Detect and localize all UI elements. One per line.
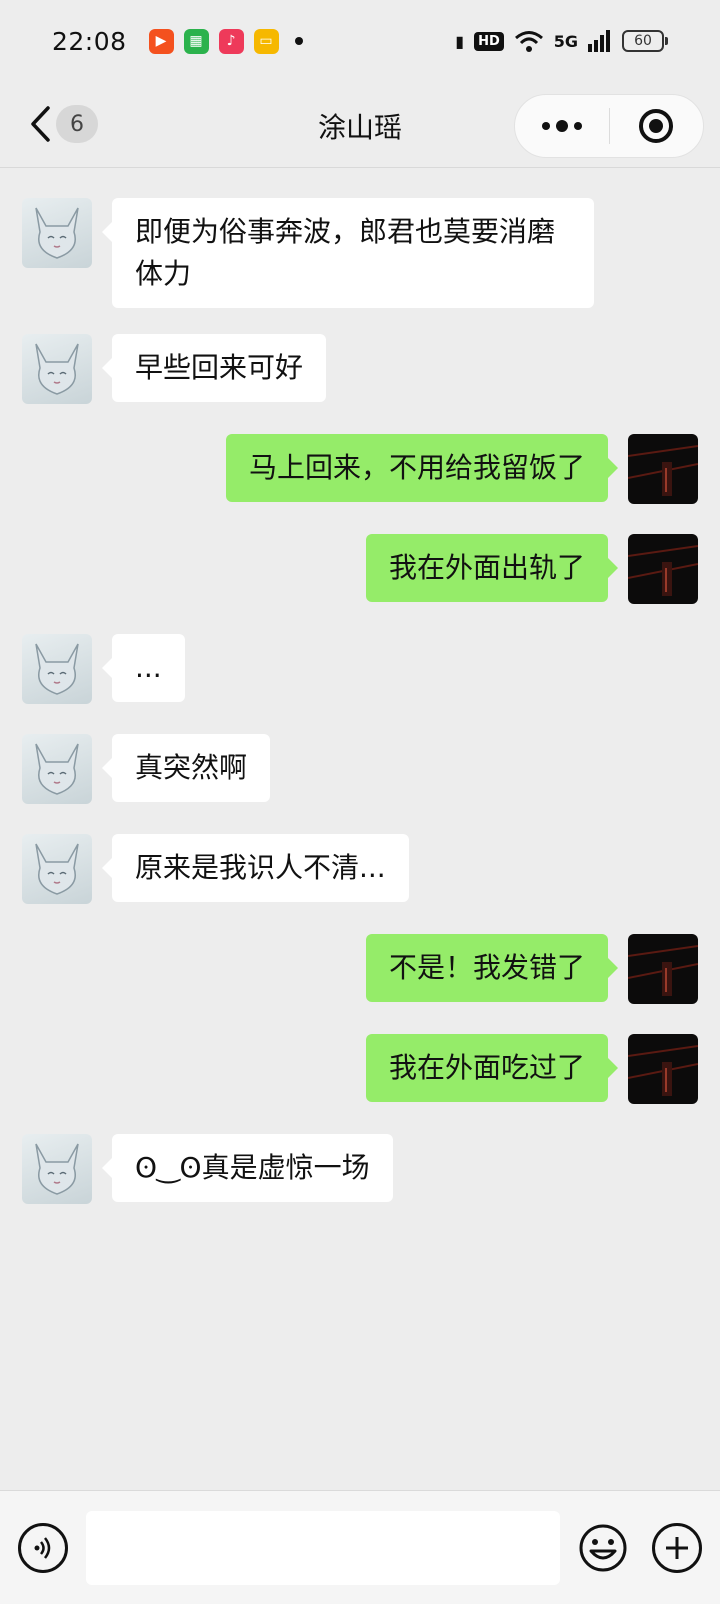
message-input[interactable] bbox=[86, 1511, 560, 1585]
contact-avatar[interactable] bbox=[22, 334, 92, 404]
user-avatar[interactable] bbox=[628, 434, 698, 504]
chat-header: 6 涂山瑶 bbox=[0, 82, 720, 168]
voice-input-button[interactable] bbox=[18, 1523, 68, 1573]
book-app-icon: ▭ bbox=[253, 28, 279, 54]
input-bar bbox=[0, 1490, 720, 1604]
target-icon bbox=[639, 109, 674, 143]
unread-badge: 6 bbox=[56, 105, 98, 143]
contact-avatar[interactable] bbox=[22, 634, 92, 704]
incoming-message-bubble[interactable]: 早些回来可好 bbox=[101, 334, 327, 402]
outgoing-message-bubble[interactable]: 不是！我发错了 bbox=[365, 934, 619, 1002]
emoji-button[interactable] bbox=[578, 1523, 628, 1573]
incoming-message-bubble[interactable]: ... bbox=[102, 634, 185, 702]
status-bar: 22:08 ▶ ▦ ♪ ▭ ▮ HD 5G 60 bbox=[0, 0, 720, 82]
incoming-message-bubble[interactable]: 即便为俗事奔波，郎君也莫要消磨体力 bbox=[102, 198, 594, 308]
contact-avatar[interactable] bbox=[22, 1134, 92, 1204]
battery-level: 60 bbox=[634, 33, 652, 49]
outgoing-message-bubble[interactable]: 我在外面吃过了 bbox=[365, 1034, 619, 1102]
mini-program-capsule bbox=[514, 94, 704, 158]
user-avatar[interactable] bbox=[628, 934, 698, 1004]
notification-app-icons: ▶ ▦ ♪ ▭ bbox=[148, 28, 303, 54]
incoming-message-bubble[interactable]: 真突然啊 bbox=[101, 734, 271, 802]
more-functions-button[interactable] bbox=[652, 1523, 702, 1573]
more-button[interactable] bbox=[515, 95, 609, 157]
voice-icon bbox=[34, 1537, 51, 1559]
user-avatar[interactable] bbox=[628, 1034, 698, 1104]
contact-avatar[interactable] bbox=[22, 198, 92, 268]
smiley-icon bbox=[579, 1524, 627, 1572]
incoming-message-bubble[interactable]: 原来是我识人不清... bbox=[102, 834, 409, 902]
outgoing-message-bubble[interactable]: 马上回来，不用给我留饭了 bbox=[225, 434, 619, 502]
outgoing-message-bubble[interactable]: 我在外面出轨了 bbox=[365, 534, 619, 602]
plus-icon bbox=[666, 1537, 688, 1559]
hd-icon: HD bbox=[474, 31, 504, 51]
clock: 22:08 bbox=[52, 26, 127, 56]
signal-icon bbox=[588, 30, 610, 52]
close-mini-program-button[interactable] bbox=[610, 95, 703, 157]
back-button[interactable]: 6 bbox=[28, 104, 98, 144]
music-app-icon: ♪ bbox=[218, 28, 244, 54]
contact-avatar[interactable] bbox=[22, 834, 92, 904]
contact-avatar[interactable] bbox=[22, 734, 92, 804]
vibrate-icon: ▮ bbox=[455, 31, 465, 51]
status-indicators: ▮ HD 5G 60 bbox=[455, 29, 668, 53]
chevron-left-icon bbox=[31, 106, 50, 142]
battery-icon: 60 bbox=[622, 30, 668, 52]
more-notifications-dot bbox=[294, 37, 303, 45]
incoming-message-bubble[interactable]: ʘ‿ʘ真是虚惊一场 bbox=[102, 1134, 393, 1202]
video-app-icon: ▶ bbox=[148, 28, 174, 54]
wifi-icon bbox=[514, 31, 543, 52]
network-type: 5G bbox=[553, 31, 578, 51]
user-avatar[interactable] bbox=[628, 534, 698, 604]
android-app-icon: ▦ bbox=[183, 28, 209, 54]
